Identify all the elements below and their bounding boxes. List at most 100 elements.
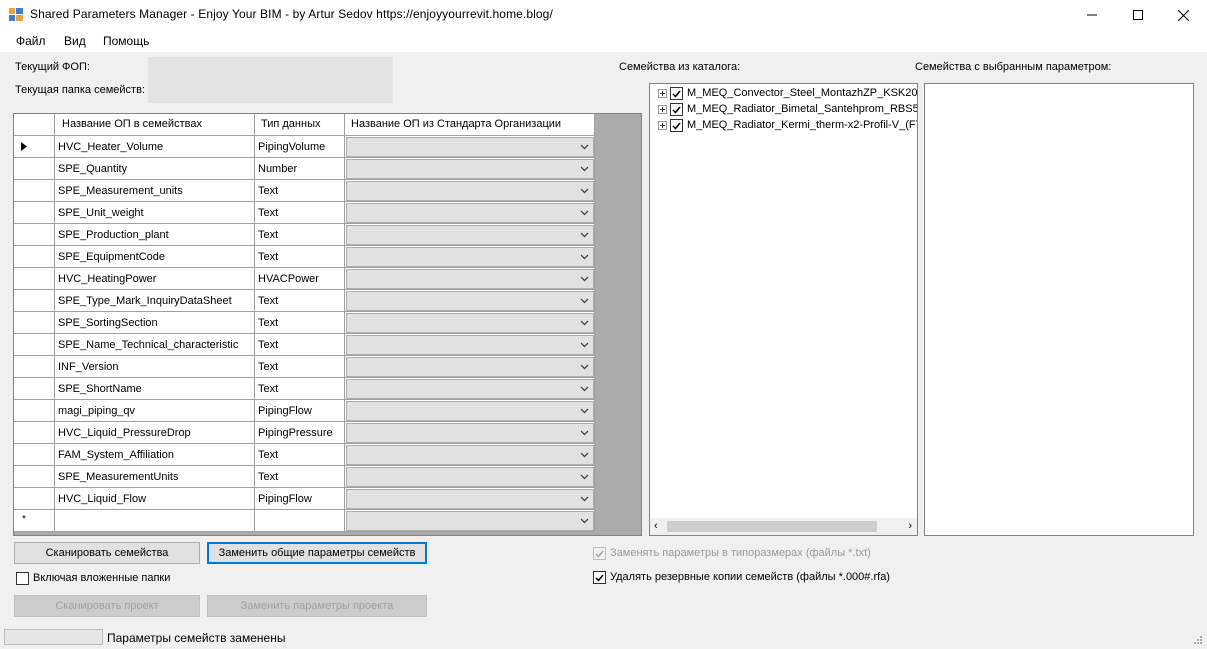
data-type-cell[interactable]	[255, 510, 345, 532]
row-header[interactable]	[14, 400, 55, 422]
tree-node-checkbox[interactable]	[670, 87, 683, 100]
resize-grip-icon[interactable]	[1193, 635, 1203, 645]
table-row[interactable]: SPE_SortingSection Text	[14, 312, 595, 334]
standard-param-cell[interactable]	[345, 246, 595, 268]
chevron-down-icon[interactable]	[576, 402, 593, 420]
menu-file[interactable]: Файл	[16, 34, 46, 48]
standard-param-cell[interactable]	[345, 224, 595, 246]
standard-param-combo[interactable]	[346, 247, 594, 267]
row-header[interactable]: *	[14, 510, 55, 532]
data-type-cell[interactable]: Text	[255, 334, 345, 356]
menu-view[interactable]: Вид	[64, 34, 86, 48]
data-type-cell[interactable]: PipingFlow	[255, 400, 345, 422]
standard-param-cell[interactable]	[345, 312, 595, 334]
replace-type-sizes-checkbox[interactable]	[593, 547, 606, 560]
data-type-cell[interactable]: Text	[255, 290, 345, 312]
standard-param-combo[interactable]	[346, 423, 594, 443]
replace-shared-button[interactable]: Заменить общие параметры семейств	[207, 542, 427, 564]
row-header[interactable]	[14, 136, 55, 158]
expand-icon[interactable]	[658, 121, 667, 130]
param-name-cell[interactable]: FAM_System_Affiliation	[55, 444, 255, 466]
standard-param-cell[interactable]	[345, 510, 595, 532]
standard-param-combo[interactable]	[346, 159, 594, 179]
data-type-cell[interactable]: PipingFlow	[255, 488, 345, 510]
catalog-tree[interactable]: M_MEQ_Convector_Steel_MontazhZP_KSK20M M_…	[649, 83, 918, 536]
table-row[interactable]: HVC_Liquid_PressureDrop PipingPressure	[14, 422, 595, 444]
param-name-cell[interactable]: SPE_Production_plant	[55, 224, 255, 246]
chevron-down-icon[interactable]	[576, 468, 593, 486]
table-row[interactable]: SPE_EquipmentCode Text	[14, 246, 595, 268]
param-name-cell[interactable]: HVC_HeatingPower	[55, 268, 255, 290]
table-row[interactable]: magi_piping_qv PipingFlow	[14, 400, 595, 422]
chevron-down-icon[interactable]	[576, 248, 593, 266]
standard-param-cell[interactable]	[345, 444, 595, 466]
scan-families-button[interactable]: Сканировать семейства	[14, 542, 200, 564]
table-row[interactable]: SPE_ShortName Text	[14, 378, 595, 400]
standard-param-cell[interactable]	[345, 334, 595, 356]
standard-param-combo[interactable]	[346, 203, 594, 223]
table-row[interactable]: SPE_Unit_weight Text	[14, 202, 595, 224]
chevron-down-icon[interactable]	[576, 204, 593, 222]
data-type-cell[interactable]: Number	[255, 158, 345, 180]
param-name-cell[interactable]: SPE_Name_Technical_characteristic	[55, 334, 255, 356]
minimize-button[interactable]	[1069, 0, 1115, 30]
expand-icon[interactable]	[658, 105, 667, 114]
standard-param-combo[interactable]	[346, 445, 594, 465]
column-header-type[interactable]: Тип данных	[255, 114, 345, 136]
param-name-cell[interactable]: magi_piping_qv	[55, 400, 255, 422]
row-header[interactable]	[14, 444, 55, 466]
data-type-cell[interactable]: Text	[255, 246, 345, 268]
standard-param-combo[interactable]	[346, 313, 594, 333]
chevron-down-icon[interactable]	[576, 512, 593, 530]
parameters-grid[interactable]: Название ОП в семействах Тип данных Назв…	[13, 113, 642, 536]
maximize-button[interactable]	[1115, 0, 1161, 30]
param-name-cell[interactable]: SPE_MeasurementUnits	[55, 466, 255, 488]
close-button[interactable]	[1160, 0, 1206, 30]
standard-param-combo[interactable]	[346, 225, 594, 245]
data-type-cell[interactable]: Text	[255, 444, 345, 466]
chevron-down-icon[interactable]	[576, 380, 593, 398]
table-row[interactable]: INF_Version Text	[14, 356, 595, 378]
standard-param-cell[interactable]	[345, 422, 595, 444]
standard-param-combo[interactable]	[346, 335, 594, 355]
standard-param-combo[interactable]	[346, 291, 594, 311]
standard-param-cell[interactable]	[345, 400, 595, 422]
standard-param-combo[interactable]	[346, 511, 594, 531]
standard-param-cell[interactable]	[345, 136, 595, 158]
row-header[interactable]	[14, 246, 55, 268]
standard-param-cell[interactable]	[345, 268, 595, 290]
standard-param-cell[interactable]	[345, 356, 595, 378]
table-row[interactable]: HVC_Liquid_Flow PipingFlow	[14, 488, 595, 510]
table-row[interactable]: HVC_Heater_Volume PipingVolume	[14, 136, 595, 158]
row-header[interactable]	[14, 312, 55, 334]
standard-param-cell[interactable]	[345, 488, 595, 510]
row-header[interactable]	[14, 290, 55, 312]
table-row[interactable]: SPE_Quantity Number	[14, 158, 595, 180]
selected-families-list[interactable]	[924, 83, 1194, 536]
standard-param-combo[interactable]	[346, 357, 594, 377]
chevron-down-icon[interactable]	[576, 490, 593, 508]
table-row[interactable]: SPE_Measurement_units Text	[14, 180, 595, 202]
row-header[interactable]	[14, 334, 55, 356]
row-header[interactable]	[14, 356, 55, 378]
chevron-down-icon[interactable]	[576, 314, 593, 332]
chevron-down-icon[interactable]	[576, 226, 593, 244]
table-row[interactable]: SPE_Type_Mark_InquiryDataSheet Text	[14, 290, 595, 312]
data-type-cell[interactable]: Text	[255, 356, 345, 378]
data-type-cell[interactable]: Text	[255, 378, 345, 400]
row-header[interactable]	[14, 224, 55, 246]
row-header[interactable]	[14, 422, 55, 444]
standard-param-cell[interactable]	[345, 378, 595, 400]
standard-param-combo[interactable]	[346, 467, 594, 487]
data-type-cell[interactable]: Text	[255, 312, 345, 334]
standard-param-cell[interactable]	[345, 290, 595, 312]
row-header[interactable]	[14, 158, 55, 180]
table-row[interactable]: SPE_MeasurementUnits Text	[14, 466, 595, 488]
param-name-cell[interactable]: SPE_SortingSection	[55, 312, 255, 334]
data-type-cell[interactable]: Text	[255, 466, 345, 488]
column-header-standard[interactable]: Название ОП из Стандарта Организации	[345, 114, 595, 136]
tree-node-checkbox[interactable]	[670, 119, 683, 132]
standard-param-combo[interactable]	[346, 401, 594, 421]
chevron-down-icon[interactable]	[576, 424, 593, 442]
param-name-cell[interactable]	[55, 510, 255, 532]
